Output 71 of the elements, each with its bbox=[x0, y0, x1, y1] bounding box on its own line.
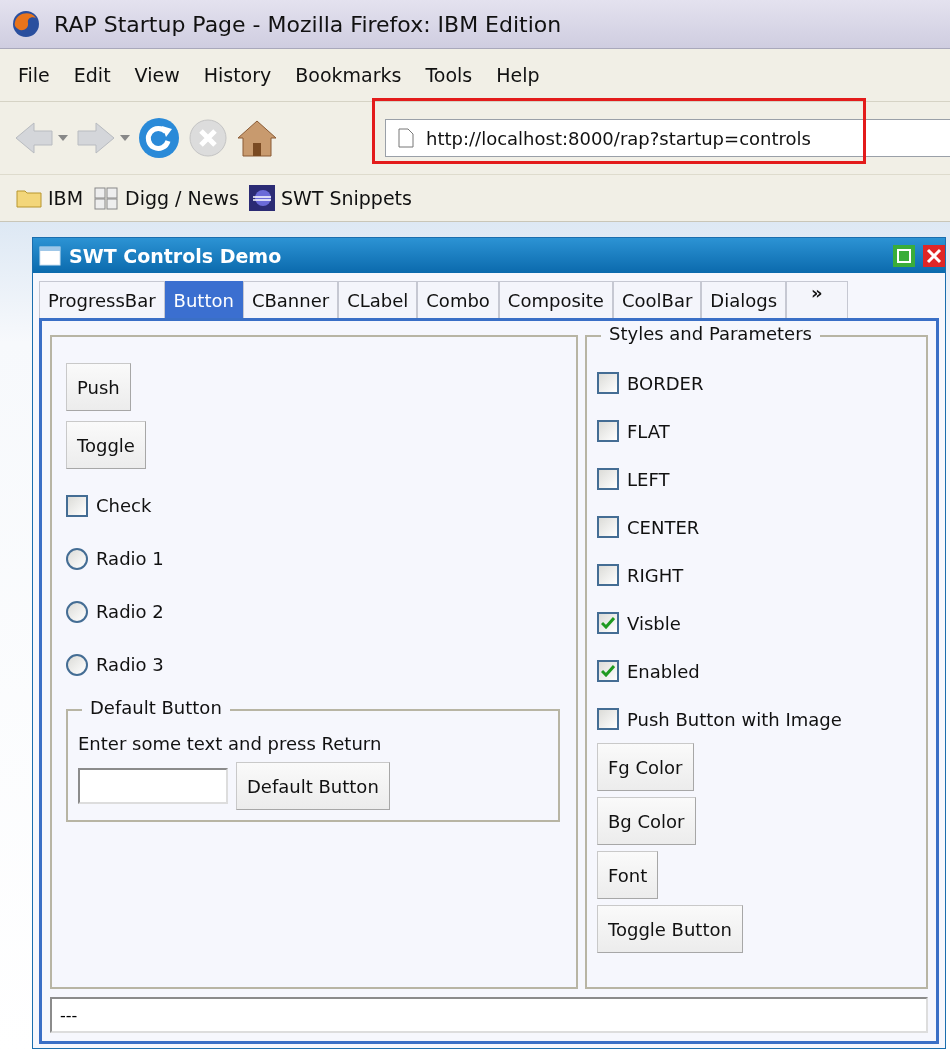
tab[interactable]: ProgressBar bbox=[39, 281, 165, 318]
checkbox-label: Check bbox=[96, 495, 152, 516]
option-button[interactable]: Fg Color bbox=[597, 743, 694, 791]
menu-item[interactable]: File bbox=[8, 60, 64, 90]
radio-label: Radio 1 bbox=[96, 548, 164, 569]
bookmark-link[interactable]: SWT Snippets bbox=[280, 187, 412, 209]
radio-label: Radio 3 bbox=[96, 654, 164, 675]
hint-text: Enter some text and press Return bbox=[78, 733, 383, 754]
window-title: RAP Startup Page - Mozilla Firefox: IBM Edition bbox=[54, 11, 562, 37]
checkbox[interactable] bbox=[597, 516, 619, 538]
checkbox[interactable] bbox=[597, 612, 619, 634]
bookmark-link[interactable]: Digg / News bbox=[125, 187, 239, 209]
maximize-icon[interactable] bbox=[893, 244, 915, 267]
menu-item[interactable]: History bbox=[193, 60, 286, 90]
eclipse-icon bbox=[248, 185, 275, 211]
close-icon[interactable] bbox=[923, 244, 945, 267]
default-button[interactable]: Default Button bbox=[236, 762, 390, 810]
checkbox-label: CENTER bbox=[627, 516, 700, 538]
checkbox[interactable] bbox=[597, 420, 619, 442]
window-icon bbox=[39, 245, 61, 266]
checkbox-label: LEFT bbox=[627, 468, 670, 490]
checkbox[interactable] bbox=[597, 372, 619, 394]
push-button[interactable]: Toggle bbox=[66, 421, 146, 469]
option-button[interactable]: Bg Color bbox=[597, 797, 696, 845]
tab[interactable]: Button bbox=[164, 281, 243, 318]
menu-item[interactable]: View bbox=[124, 60, 194, 90]
menu-item[interactable]: Bookmarks bbox=[285, 60, 416, 90]
checkbox-label: RIGHT bbox=[627, 564, 684, 586]
radio-button[interactable] bbox=[66, 600, 88, 623]
push-button[interactable]: Push bbox=[66, 363, 131, 411]
status-field[interactable]: --- bbox=[50, 997, 928, 1033]
caret-icon[interactable] bbox=[58, 135, 68, 141]
checkmark-icon bbox=[601, 617, 615, 629]
checkbox-label: BORDER bbox=[627, 372, 704, 394]
radio-label: Radio 2 bbox=[96, 601, 164, 622]
checkbox-label: Visble bbox=[627, 612, 681, 634]
option-button[interactable]: Font bbox=[597, 851, 659, 899]
menu-item[interactable]: Edit bbox=[63, 60, 125, 90]
option-button[interactable]: Toggle Button bbox=[597, 905, 743, 953]
page-icon bbox=[398, 128, 414, 148]
people-icon bbox=[93, 186, 120, 210]
checkbox-label: FLAT bbox=[627, 420, 670, 442]
tab[interactable]: Combo bbox=[417, 281, 499, 318]
bookmark-link[interactable]: IBM bbox=[48, 187, 84, 209]
checkbox[interactable] bbox=[597, 708, 619, 730]
address-field[interactable]: http://localhost:8000/rap?startup=controls bbox=[385, 119, 950, 157]
tab[interactable]: CoolBar bbox=[612, 281, 702, 318]
checkmark-icon bbox=[601, 665, 615, 677]
tab[interactable]: Composite bbox=[498, 281, 613, 318]
input-field[interactable] bbox=[78, 768, 228, 804]
radio-button[interactable] bbox=[66, 547, 88, 570]
reload-icon[interactable] bbox=[138, 117, 180, 159]
menu-item[interactable]: Tools bbox=[415, 60, 487, 90]
caret-icon[interactable] bbox=[120, 135, 130, 141]
tab[interactable]: CBanner bbox=[242, 281, 339, 318]
tab[interactable]: Dialogs bbox=[701, 281, 787, 318]
window-title: SWT Controls Demo bbox=[69, 244, 283, 267]
home-icon[interactable] bbox=[236, 118, 278, 158]
checkbox-label: Enabled bbox=[627, 660, 700, 682]
more-tabs-button[interactable]: » bbox=[786, 281, 848, 318]
folder-icon bbox=[16, 188, 42, 208]
checkbox[interactable] bbox=[66, 494, 88, 517]
browser-logo-icon bbox=[12, 10, 40, 38]
group-title: Styles and Parameters bbox=[601, 323, 820, 344]
checkbox[interactable] bbox=[597, 468, 619, 490]
radio-button[interactable] bbox=[66, 653, 88, 676]
checkbox-label: Push Button with Image bbox=[627, 708, 842, 730]
tab[interactable]: CLabel bbox=[338, 281, 418, 318]
checkbox[interactable] bbox=[597, 564, 619, 586]
menu-item[interactable]: Help bbox=[486, 60, 554, 90]
checkbox[interactable] bbox=[597, 660, 619, 682]
